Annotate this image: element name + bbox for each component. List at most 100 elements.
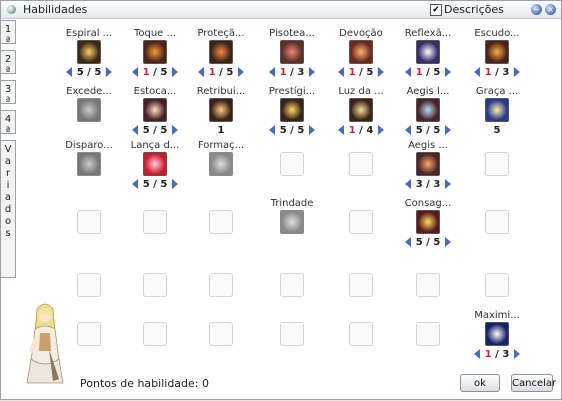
reflect-skill-icon[interactable] (416, 40, 440, 64)
maximize-skill-icon[interactable] (485, 322, 509, 346)
protection-skill-icon[interactable] (209, 40, 233, 64)
retribution-skill-icon[interactable] (209, 98, 233, 122)
shot-skill-icon[interactable] (77, 152, 101, 176)
skill-name: Consag... (404, 198, 452, 209)
light-skill-icon[interactable] (349, 98, 373, 122)
skill-level: 1 / 5 (208, 67, 234, 78)
skill-level-max: 5 (366, 67, 374, 78)
skill-slot[interactable]: Retribui... 1 (188, 86, 254, 144)
empty-slot-frame (349, 322, 373, 346)
tab-3[interactable]: 3ª (1, 80, 16, 107)
empty-skill-slot (259, 140, 325, 198)
formation-skill-icon[interactable] (209, 152, 233, 176)
skill-name: Espiral ... (65, 28, 113, 39)
skill-level-current: 1 (208, 67, 216, 78)
skill-level-max: 5 (433, 67, 441, 78)
skill-slot[interactable]: Reflexã... 1 / 5 (395, 28, 461, 86)
skill-level-current: 1 (217, 125, 225, 136)
window-icon (7, 5, 16, 14)
skill-name: Aegis I... (406, 86, 450, 97)
skill-level-current: 1 (484, 67, 492, 78)
skill-slot[interactable]: Disparo... (56, 140, 122, 198)
empty-slot-frame (143, 273, 167, 297)
trample-skill-icon[interactable] (280, 40, 304, 64)
touch-skill-icon[interactable] (143, 40, 167, 64)
skill-name: Estoca... (133, 86, 177, 97)
devotion-skill-icon[interactable] (349, 40, 373, 64)
skill-level-max: 3 (433, 179, 441, 190)
empty-skill-slot (122, 198, 188, 256)
skill-slot[interactable]: Proteçã... 1 / 5 (188, 28, 254, 86)
empty-slot-frame (485, 152, 509, 176)
trinity-skill-icon[interactable] (280, 210, 304, 234)
skill-slot[interactable]: Prestígi... 5 / 5 (259, 86, 325, 144)
tab-2[interactable]: 2ª (1, 50, 16, 77)
skill-level-current: 1 (348, 125, 356, 136)
tab-4[interactable]: 4ª (1, 110, 16, 137)
skill-slot[interactable]: Devoção 1 / 5 (328, 28, 394, 86)
lance-skill-icon[interactable] (143, 152, 167, 176)
skill-level: 5 / 5 (415, 237, 441, 248)
exceed-skill-icon[interactable] (77, 98, 101, 122)
empty-slot-frame (143, 210, 167, 234)
skill-slot[interactable]: Luz da ... 1 / 4 (328, 86, 394, 144)
consecration-skill-icon[interactable] (416, 210, 440, 234)
skill-slot[interactable]: Aegis ... 3 / 3 (395, 140, 461, 198)
skill-slot[interactable]: Graça ... 5 (464, 86, 530, 144)
skill-level-max: 3 (502, 349, 510, 360)
skill-slot[interactable]: Formaç... (188, 140, 254, 198)
skill-slot[interactable]: Pisotea... 1 / 3 (259, 28, 325, 86)
skill-slot[interactable]: Trindade (259, 198, 325, 256)
skill-slot[interactable]: Espiral ... 5 / 5 (56, 28, 122, 86)
skill-level-current: 1 (142, 67, 150, 78)
skill-level-max: 4 (366, 125, 374, 136)
prestige-skill-icon[interactable] (280, 98, 304, 122)
empty-slot-frame (280, 152, 304, 176)
skill-level-current: 1 (348, 67, 356, 78)
empty-slot-frame (416, 273, 440, 297)
minimize-icon[interactable]: − (531, 4, 542, 15)
empty-slot-frame (143, 322, 167, 346)
skill-slot[interactable]: Toque ... 1 / 5 (122, 28, 188, 86)
skill-level-max: 5 (433, 237, 441, 248)
empty-slot-frame (209, 273, 233, 297)
skill-level-current: 5 (415, 125, 423, 136)
tab-1[interactable]: 1ª (1, 20, 16, 47)
empty-slot-frame (349, 210, 373, 234)
skill-level: 3 / 3 (415, 179, 441, 190)
close-icon[interactable]: × (545, 4, 556, 15)
skill-level: 1 (188, 125, 254, 136)
tab-5[interactable]: Variados (1, 140, 16, 278)
skill-slot[interactable]: Consag... 5 / 5 (395, 198, 461, 256)
skill-level-current: 5 (142, 179, 150, 190)
descriptions-checkbox[interactable]: ✔ (430, 4, 442, 16)
skill-slot[interactable]: Aegis I... 5 / 5 (395, 86, 461, 144)
skill-level-current: 5 (279, 125, 287, 136)
skill-slot[interactable]: Lança d... 5 / 5 (122, 140, 188, 198)
skill-slot[interactable]: Excede... (56, 86, 122, 144)
skill-name: Trindade (270, 198, 314, 209)
thrust-skill-icon[interactable] (143, 98, 167, 122)
skill-slot[interactable]: Escudo... 1 / 3 (464, 28, 530, 86)
title-bar[interactable]: Habilidades ✔ Descrições − × (1, 1, 561, 19)
skill-level-current: 1 (279, 67, 287, 78)
skill-level-max: 5 (297, 125, 305, 136)
skill-level-max: 5 (226, 67, 234, 78)
empty-skill-slot (328, 310, 394, 368)
aegis-skill-icon[interactable] (416, 98, 440, 122)
skill-slot[interactable]: Estoca... 5 / 5 (122, 86, 188, 144)
cancel-button[interactable]: Cancelar (511, 374, 556, 392)
skill-level-current: 3 (415, 179, 423, 190)
skill-level-current: 1 (484, 349, 492, 360)
spiral-skill-icon[interactable] (77, 40, 101, 64)
skill-level: 1 / 3 (484, 349, 510, 360)
grace-skill-icon[interactable] (485, 98, 509, 122)
skill-level: 5 / 5 (415, 125, 441, 136)
aegis-skill-icon[interactable] (416, 152, 440, 176)
shield-skill-icon[interactable] (485, 40, 509, 64)
skill-slot[interactable]: Maximi... 1 / 3 (464, 310, 530, 368)
skill-level-max: 5 (160, 125, 168, 136)
ok-button[interactable]: ok (460, 374, 500, 392)
skill-level-max: 3 (502, 67, 510, 78)
skill-level-current: 1 (415, 67, 423, 78)
